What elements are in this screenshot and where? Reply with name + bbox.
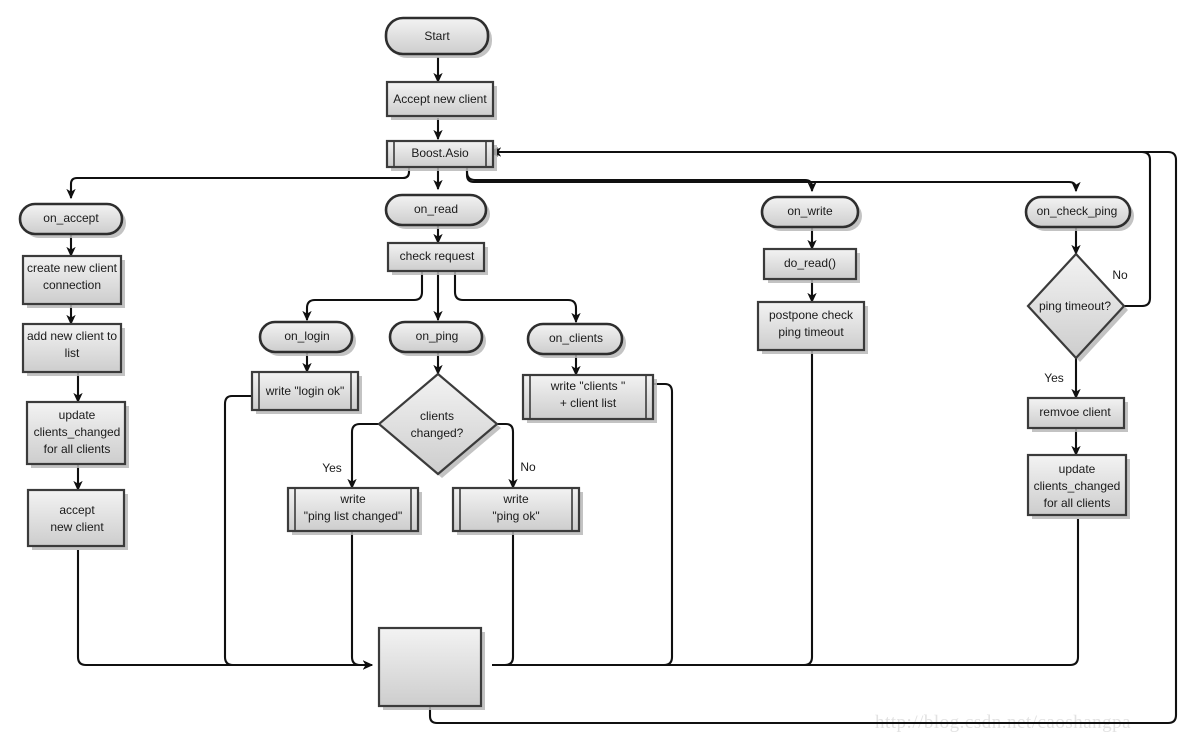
node-update-clients-changed-right[interactable]: update clients_changed for all clients — [1026, 453, 1130, 519]
edge-write-pok-to-join — [492, 531, 515, 667]
node-check-request[interactable]: check request — [386, 241, 488, 275]
node-join[interactable] — [377, 626, 485, 710]
node-start[interactable]: Start — [384, 16, 492, 58]
node-on-read[interactable]: on_read — [384, 193, 490, 229]
node-postpone-check-ping-timeout[interactable]: postpone check ping timeout — [756, 300, 868, 354]
node-on-write[interactable]: on_write — [760, 195, 862, 231]
edge-asio-to-on-accept — [66, 164, 411, 200]
edge-add-to-update — [71, 370, 83, 404]
edge-decision-no-to-write-pok — [495, 422, 518, 490]
edge-label-ping-timeout-yes: Yes — [1044, 371, 1064, 385]
node-on-ping[interactable]: on_ping — [388, 320, 486, 356]
node-add-new-client-to-list[interactable]: add new client to list — [21, 322, 125, 376]
node-write-login-ok[interactable]: write "login ok" — [250, 370, 362, 414]
node-clients-changed-decision[interactable]: clients changed? — [377, 372, 501, 478]
node-write-ping-list-changed[interactable]: write "ping list changed" — [286, 486, 422, 535]
edge-check-to-on-login — [302, 270, 424, 322]
node-remvoe-client[interactable]: remvoe client — [1026, 396, 1128, 432]
flowchart-canvas: http://blog.csdn.net/caoshangpa Start Ac… — [0, 0, 1200, 745]
edge-update-right-to-join — [492, 519, 1080, 667]
node-write-ping-ok[interactable]: write "ping ok" — [451, 486, 583, 535]
node-write-clients-plus-list[interactable]: write "clients " + client list — [521, 373, 657, 423]
node-boost-asio[interactable]: Boost.Asio — [385, 139, 497, 171]
edge-label-clients-changed-no: No — [520, 460, 536, 474]
node-accept-new-client[interactable]: Accept new client — [385, 80, 497, 120]
node-on-login[interactable]: on_login — [258, 320, 356, 356]
node-do-read[interactable]: do_read() — [762, 247, 860, 283]
edge-label-ping-timeout-no: No — [1112, 268, 1128, 282]
edge-check-to-on-clients — [453, 270, 581, 324]
node-on-clients[interactable]: on_clients — [526, 322, 626, 358]
edge-asio-to-on-write — [465, 164, 817, 193]
node-on-accept[interactable]: on_accept — [18, 202, 126, 238]
edge-join-to-asio — [428, 147, 1178, 725]
edge-label-clients-changed-yes: Yes — [322, 461, 342, 475]
node-accept-new-client-2[interactable]: accept new client — [26, 488, 128, 550]
edge-write-plc-to-join — [350, 531, 374, 670]
node-update-clients-changed-left[interactable]: update clients_changed for all clients — [25, 400, 129, 468]
node-create-new-client-connection[interactable]: create new client connection — [21, 254, 125, 308]
flowchart-svg: http://blog.csdn.net/caoshangpa Start Ac… — [18, 16, 1178, 733]
node-on-check-ping[interactable]: on_check_ping — [1024, 195, 1134, 231]
edge-decision-yes-to-write-plc — [347, 422, 381, 490]
